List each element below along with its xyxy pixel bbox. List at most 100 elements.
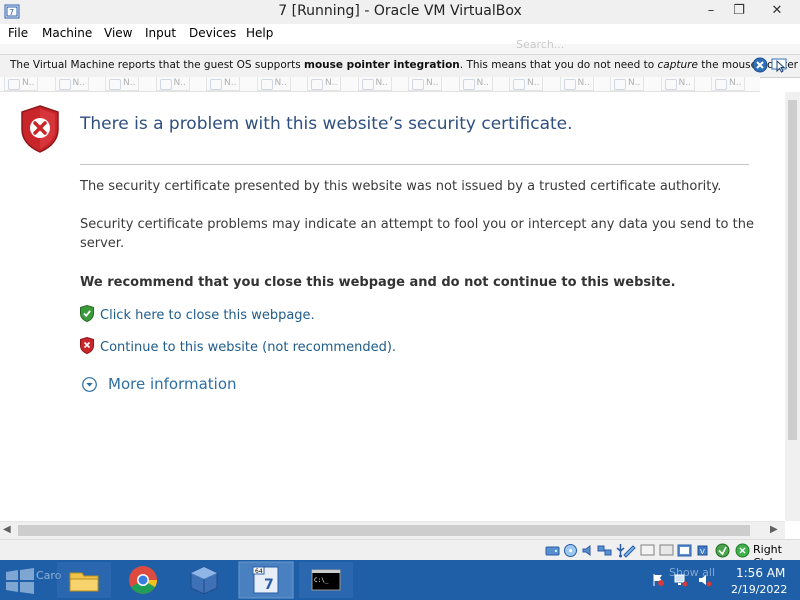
continue-to-website-link[interactable]: Continue to this website (not recommende… [100,340,396,355]
scroll-left-arrow-icon[interactable]: ◀ [3,524,11,535]
hard-disk-icon[interactable] [545,543,560,558]
menu-input[interactable]: Input [145,26,176,40]
guest-tab[interactable]: N.. [256,77,291,91]
virtualization-icon[interactable] [677,543,692,558]
page-icon [563,79,576,90]
guest-search-placeholder: Search... [516,38,565,51]
menu-machine[interactable]: Machine [42,26,92,40]
clock-time[interactable]: 1:56 AM [736,566,785,580]
menu-file[interactable]: File [8,26,28,40]
paragraph-untrusted-authority: The security certificate presented by th… [80,179,722,194]
mouse-integration-icon[interactable] [715,543,730,558]
guest-tab-label: N.. [527,78,540,88]
svg-text:V: V [700,548,705,556]
notice-message: The Virtual Machine reports that the gue… [10,59,798,71]
guest-tab-label: N.. [224,78,237,88]
audio-icon[interactable] [581,543,596,558]
shared-folders-icon[interactable] [622,543,637,558]
guest-tab-label: N.. [22,78,35,88]
guest-tab[interactable]: N.. [155,77,190,91]
guest-tab-label: N.. [729,78,742,88]
red-shield-error-icon [21,105,59,153]
guest-tab[interactable]: N.. [206,77,240,91]
guest-tab[interactable]: N.. [711,77,745,91]
paragraph-security-warning: Security certificate problems may indica… [80,217,754,251]
close-button[interactable]: ✕ [762,0,792,22]
window-title: 7 [Running] - Oracle VM VirtualBox [278,3,522,19]
vm-7-window-icon[interactable]: 64 7 [238,561,294,599]
action-center-flag-icon[interactable] [651,573,665,587]
guest-tab[interactable]: N.. [660,77,695,91]
page-icon [412,79,424,90]
page-icon [8,79,20,90]
certificate-error-page [0,92,785,521]
display-icon[interactable] [640,543,655,558]
more-information-link[interactable]: More information [108,375,237,393]
guest-tab-label: N.. [72,78,85,88]
host-key-icon[interactable] [735,543,750,558]
page-icon [210,79,222,90]
chevron-down-icon[interactable] [82,377,97,392]
guest-tab-label: N.. [577,78,590,88]
menu-view[interactable]: View [104,26,132,40]
page-icon [664,79,677,90]
divider [80,164,749,165]
guest-tab-label: N.. [173,78,186,88]
page-icon [715,79,727,90]
guest-tab[interactable]: N.. [610,77,644,91]
recommendation-text: We recommend that you close this webpage… [80,275,676,290]
red-shield-icon [80,337,94,354]
mouse-pointer-notice-icon [771,58,787,73]
guest-tab-label: N.. [274,78,287,88]
clock-date[interactable]: 2/19/2022 [731,583,787,596]
page-icon [260,79,273,90]
chrome-icon[interactable] [115,561,171,599]
green-shield-icon [80,305,94,322]
guest-tab-label: N.. [628,78,641,88]
guest-tab-label: N.. [123,78,136,88]
command-prompt-icon[interactable]: C:\_ [298,561,354,599]
menu-bar: File Machine View Input Devices Help [0,24,800,44]
page-icon [462,79,475,90]
vertical-scrollbar-thumb[interactable] [788,100,797,440]
horizontal-scrollbar-thumb[interactable] [18,525,750,536]
scroll-right-arrow-icon[interactable]: ▶ [770,524,778,535]
windows-start-icon[interactable] [0,562,40,600]
guest-tab-strip: N.. N.. N.. N.. N.. N.. N.. N.. N.. N.. N.. N.. N.. N… [0,77,760,92]
guest-tab[interactable]: N.. [458,77,493,91]
vm-status-bar: V [0,539,800,561]
page-icon [513,79,525,90]
page-icon [58,79,71,90]
guest-tab-label: N.. [678,78,691,88]
menu-devices[interactable]: Devices [189,26,236,40]
close-webpage-link[interactable]: Click here to close this webpage. [100,308,315,323]
network-tray-icon[interactable] [674,573,688,587]
guest-tab[interactable]: N.. [509,77,543,91]
window-title-bar[interactable]: 7 7 [Running] - Oracle VM VirtualBox – ❐… [0,0,800,25]
guest-tab-label: N.. [375,78,388,88]
page-icon [614,79,626,90]
guest-tab[interactable]: N.. [54,77,89,91]
cpu-icon[interactable]: V [695,543,710,558]
restore-button[interactable]: ❐ [724,0,754,22]
video-capture-icon[interactable] [659,543,674,558]
guest-tab[interactable]: N.. [307,77,341,91]
guest-tab-label: N.. [325,78,338,88]
volume-tray-icon[interactable] [698,573,712,587]
network-icon[interactable] [597,543,612,558]
mouse-integration-notice: The Virtual Machine reports that the gue… [0,54,800,78]
guest-tab[interactable]: N.. [357,77,392,91]
file-explorer-icon[interactable] [56,561,112,599]
guest-tab[interactable]: N.. [4,77,38,91]
optical-drive-icon[interactable] [563,543,578,558]
guest-tab[interactable]: N.. [559,77,594,91]
guest-tab[interactable]: N.. [408,77,442,91]
svg-text:64: 64 [255,568,263,575]
menu-help[interactable]: Help [246,26,273,40]
virtualbox-app-icon[interactable] [176,561,232,599]
page-icon [109,79,121,90]
guest-tab[interactable]: N.. [105,77,139,91]
guest-tab-label: N.. [426,78,439,88]
minimize-button[interactable]: – [696,0,726,22]
close-notice-icon[interactable] [752,57,768,73]
